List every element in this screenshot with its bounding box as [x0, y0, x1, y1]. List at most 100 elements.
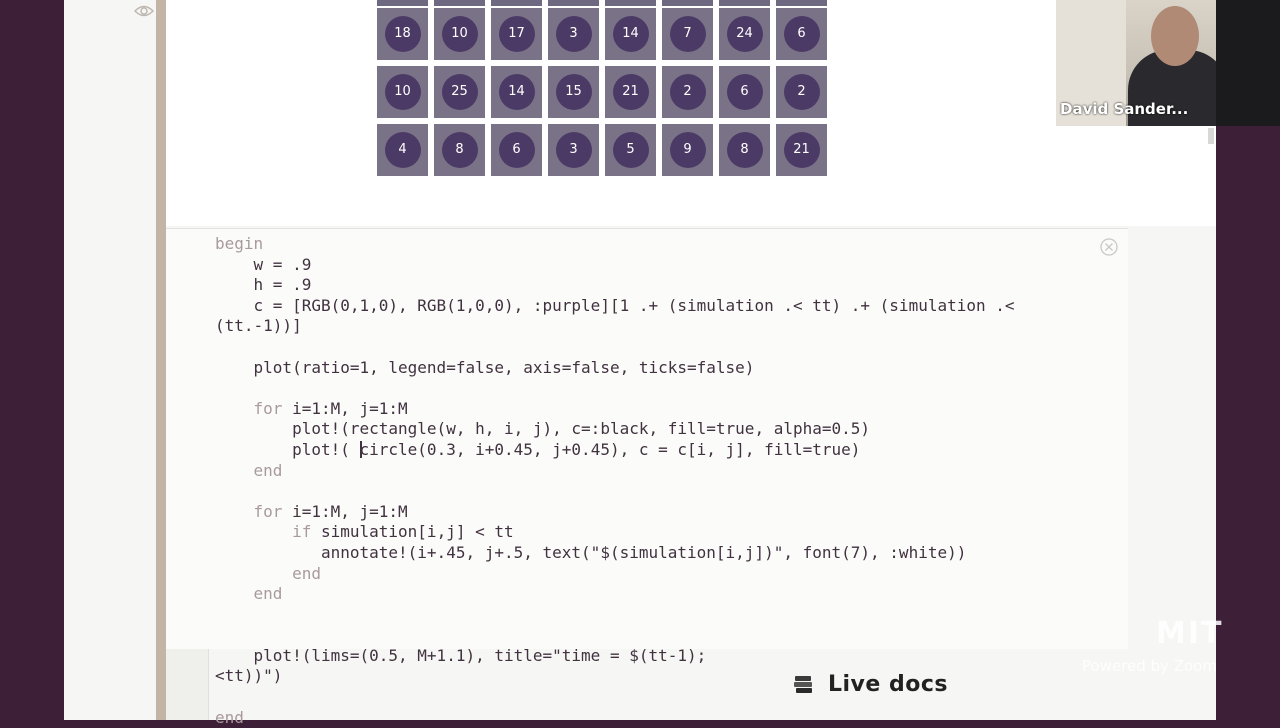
- code-line: if simulation[i,j] < tt: [215, 522, 1015, 543]
- grid-cell: 21: [605, 66, 656, 118]
- code-line: end: [215, 461, 1015, 482]
- grid-cell: 21: [776, 124, 827, 176]
- grid-cell: 6: [776, 8, 827, 60]
- code-line: (tt.-1))]: [215, 316, 1015, 337]
- live-docs-icon: [794, 676, 812, 693]
- code-text: c = [RGB(0,1,0), RGB(1,0,0), :purple][1 …: [215, 295, 1015, 315]
- code-keyword: for: [215, 501, 293, 521]
- cell-value: 8: [455, 142, 464, 157]
- code-line: for i=1:M, j=1:M: [215, 502, 1015, 523]
- grid-cell: 2: [776, 66, 827, 118]
- grid-cell: 8: [434, 124, 485, 176]
- code-line: for i=1:M, j=1:M: [215, 399, 1015, 420]
- code-line: plot!(lims=(0.5, M+1.1), title="time = $…: [215, 646, 1015, 667]
- code-text: annotate!(i+.45, j+.5, text("$(simulatio…: [215, 542, 967, 562]
- code-text: circle(0.3, i+0.45, j+0.45), c = c[i, j]…: [359, 439, 861, 459]
- code-line: annotate!(i+.45, j+.5, text("$(simulatio…: [215, 543, 1015, 564]
- code-text: w = .9: [215, 254, 312, 274]
- code-keyword: end: [215, 563, 321, 583]
- code-line: plot!(rectangle(w, h, i, j), c=:black, f…: [215, 419, 1015, 440]
- grid-cell: 3: [548, 124, 599, 176]
- grid-cell: 6: [719, 66, 770, 118]
- grid-cell: 24: [719, 8, 770, 60]
- cell-value: 2: [683, 84, 692, 99]
- cell-value: 24: [736, 26, 753, 41]
- webcam-video: David Sander...: [1056, 0, 1216, 126]
- code-text: (tt.-1))]: [215, 316, 302, 336]
- grid-cell: 2: [662, 66, 713, 118]
- cell-value: 10: [394, 84, 411, 99]
- scrollbar-thumb[interactable]: [1208, 128, 1214, 144]
- code-text: plot!(rectangle(w, h, i, j), c=:black, f…: [215, 419, 871, 439]
- code-text: i=1:M, j=1:M: [292, 398, 408, 418]
- code-text: plot!(lims=(0.5, M+1.1), title="time = $…: [215, 645, 707, 665]
- code-line: h = .9: [215, 275, 1015, 296]
- grid-cell: 18: [377, 8, 428, 60]
- code-line: plot!( circle(0.3, i+0.45, j+0.45), c = …: [215, 440, 1015, 461]
- cell-value: 5: [626, 142, 635, 157]
- cell-value: 6: [740, 84, 749, 99]
- cell-gutter: [156, 0, 166, 720]
- grid-cell: 4: [377, 124, 428, 176]
- code-text: i=1:M, j=1:M: [292, 501, 408, 521]
- code-line: w = .9: [215, 255, 1015, 276]
- code-line: end: [215, 564, 1015, 585]
- grid-cell: 10: [434, 8, 485, 60]
- cell-value: 2: [797, 84, 806, 99]
- grid-cell: 25: [434, 66, 485, 118]
- code-line: end: [215, 584, 1015, 605]
- code-line: begin: [215, 234, 1015, 255]
- cell-value: 15: [565, 84, 582, 99]
- grid-cell: 7: [662, 8, 713, 60]
- grid-cell: 17: [491, 8, 542, 60]
- grid-cell: 14: [491, 66, 542, 118]
- grid-cell: 10: [377, 66, 428, 118]
- cell-value: 4: [398, 142, 407, 157]
- close-icon[interactable]: [1099, 237, 1119, 257]
- grid-cell-partial: [548, 0, 599, 6]
- cell-value: 14: [508, 84, 525, 99]
- grid-cell-partial: [434, 0, 485, 6]
- participant-name: David Sander...: [1060, 100, 1189, 118]
- webcam-strip: [1216, 0, 1280, 126]
- grid-cell: 14: [605, 8, 656, 60]
- cell-value: 21: [622, 84, 639, 99]
- grid-cell-partial: [605, 0, 656, 6]
- presenter-head: [1151, 6, 1199, 66]
- powered-by-text: Powered by Zoom: [1082, 657, 1217, 675]
- code-text: plot!(: [215, 439, 360, 459]
- code-keyword: end: [215, 460, 283, 480]
- code-keyword: begin: [215, 234, 264, 253]
- code-editor[interactable]: begin w = .9 h = .9 c = [RGB(0,1,0), RGB…: [215, 234, 1015, 728]
- cell-value: 3: [569, 26, 578, 41]
- code-line: end: [215, 708, 1015, 728]
- cell-value: 18: [394, 26, 411, 41]
- code-keyword: for: [215, 398, 293, 418]
- mit-logo: MIT: [1156, 616, 1224, 651]
- grid-cell-partial: [662, 0, 713, 6]
- code-keyword: if: [215, 522, 321, 542]
- eye-icon[interactable]: [134, 4, 154, 18]
- code-keyword: end: [215, 584, 283, 604]
- cell-value: 17: [508, 26, 525, 41]
- code-text: simulation[i,j] < tt: [320, 522, 514, 542]
- grid-cell: 3: [548, 8, 599, 60]
- cell-value: 21: [793, 142, 810, 157]
- grid-cell-partial: [776, 0, 827, 6]
- cell-value: 7: [683, 26, 692, 41]
- cell-value: 6: [797, 26, 806, 41]
- code-line: plot(ratio=1, legend=false, axis=false, …: [215, 358, 1015, 379]
- cell-value: 14: [622, 26, 639, 41]
- live-docs-button[interactable]: Live docs: [786, 666, 954, 702]
- code-text: <tt))"): [215, 666, 283, 686]
- code-text: h = .9: [215, 275, 312, 295]
- cell-value: 25: [451, 84, 468, 99]
- code-keyword: end: [215, 707, 244, 727]
- grid-cell-partial: [377, 0, 428, 6]
- left-frame: [0, 0, 64, 720]
- code-line: c = [RGB(0,1,0), RGB(1,0,0), :purple][1 …: [215, 296, 1015, 317]
